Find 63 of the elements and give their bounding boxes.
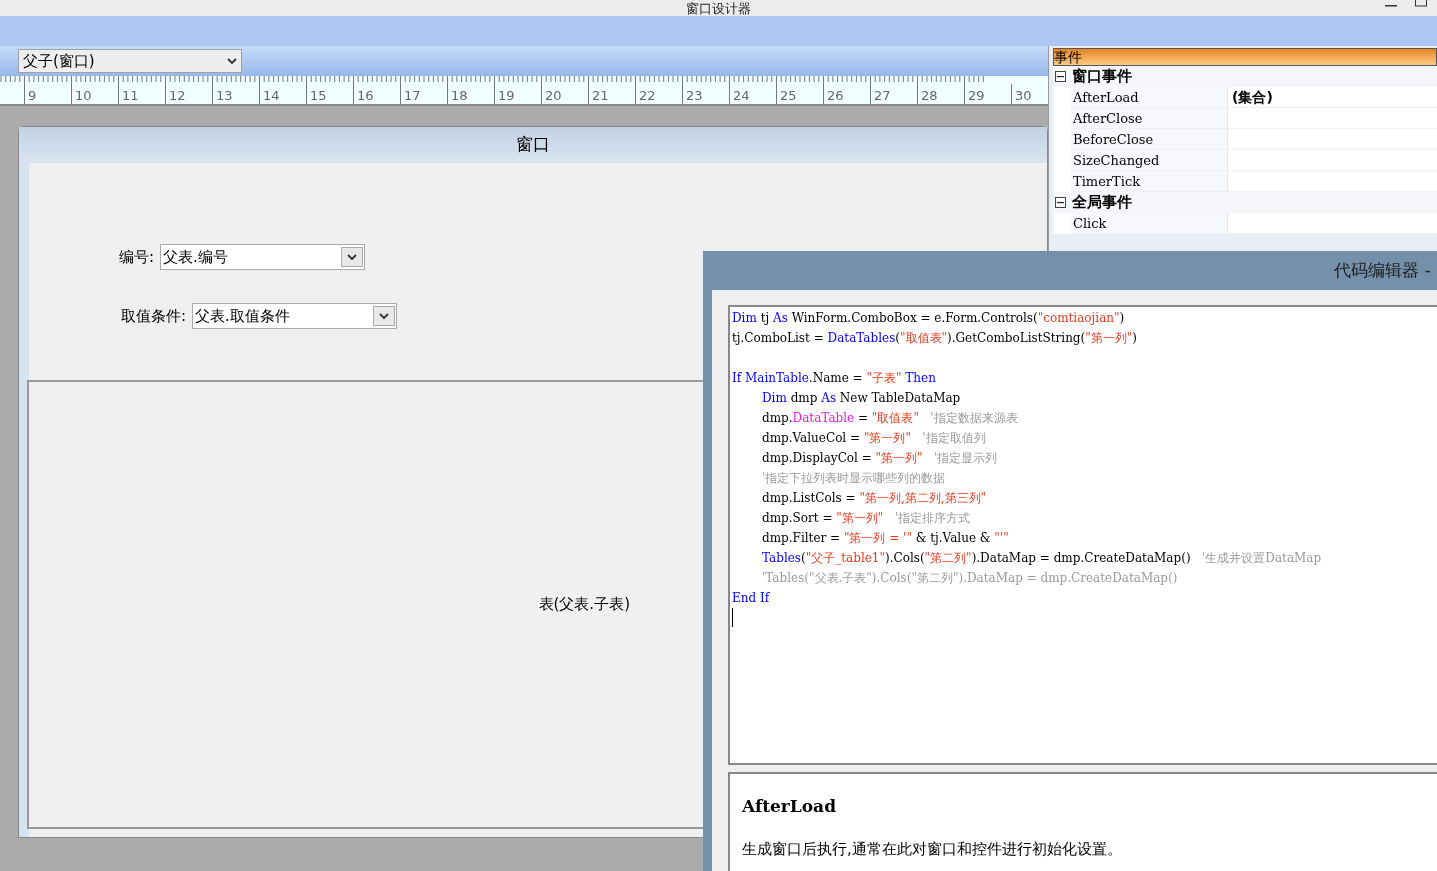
ruler-number: 30 [1015, 89, 1032, 103]
code-line: Dim dmp As New TableDataMap [762, 390, 961, 407]
help-description: 生成窗口后执行,通常在此对窗口和控件进行初始化设置。 [742, 838, 1123, 860]
code-line: If MainTable.Name = "子表" Then [732, 370, 936, 387]
ruler-number: 14 [263, 89, 280, 103]
ruler-number: 26 [827, 89, 844, 103]
ruler-number: 20 [545, 89, 562, 103]
ruler-number: 28 [921, 89, 938, 103]
event-name[interactable]: SizeChanged [1071, 150, 1228, 170]
ruler-number: 29 [968, 89, 985, 103]
chevron-down-icon [227, 57, 237, 65]
ruler-number: 27 [874, 89, 891, 103]
field-label: 编号: [119, 246, 155, 268]
code-line: dmp.DisplayCol = "第一列" '指定显示列 [762, 450, 998, 467]
code-editor-title: 代码编辑器 - [1334, 258, 1431, 282]
form-select[interactable]: 父子(窗口) [18, 49, 242, 73]
maximize-icon[interactable] [1415, 0, 1427, 8]
ruler-number: 18 [451, 89, 468, 103]
combo-field[interactable]: 父表.取值条件 [192, 303, 398, 329]
code-line: dmp.Sort = "第一列" '指定排序方式 [762, 510, 971, 527]
event-name[interactable]: Click [1071, 213, 1228, 233]
event-name[interactable]: BeforeClose [1071, 129, 1228, 149]
event-name[interactable]: TimerTick [1071, 171, 1228, 191]
ruler-number: 23 [686, 89, 703, 103]
panel-header: 事件 [1053, 48, 1437, 66]
ruler-number: 15 [310, 89, 327, 103]
code-area[interactable] [728, 305, 1437, 765]
ruler-number: 16 [357, 89, 374, 103]
ruler-number: 11 [122, 89, 139, 103]
code-line: 'Tables("父表.子表").Cols("第二列").DataMap = dmp.CreateDataMap() [762, 570, 1178, 587]
code-line: dmp.Filter = "第一列 = '" & tj.Value & "'" [762, 530, 1009, 547]
event-name[interactable]: AfterClose [1071, 108, 1228, 128]
ruler-number: 12 [169, 89, 186, 103]
ruler-number: 17 [404, 89, 421, 103]
ruler-number: 25 [780, 89, 797, 103]
table-caption: 表(父表.子表) [538, 594, 630, 616]
chevron-down-icon [347, 253, 358, 261]
chevron-down-icon [379, 312, 390, 320]
form-title: 窗口 [516, 133, 550, 157]
field-label: 取值条件: [121, 305, 187, 327]
group-header: 全局事件 [1072, 192, 1132, 214]
code-line: End If [732, 590, 770, 607]
group-header: 窗口事件 [1072, 66, 1132, 88]
collapse-icon[interactable] [1055, 197, 1066, 208]
code-line: dmp.ValueCol = "第一列" '指定取值列 [762, 430, 986, 447]
window-title: 窗口设计器 [686, 1, 751, 16]
event-name[interactable]: AfterLoad [1071, 87, 1228, 107]
ruler-number: 9 [28, 89, 37, 103]
ruler-number: 13 [216, 89, 233, 103]
code-line: tj.ComboList = DataTables("取值表").GetComboListString("第一列") [732, 330, 1137, 347]
code-line: '指定下拉列表时显示哪些列的数据 [762, 470, 946, 487]
ruler-number: 24 [733, 89, 750, 103]
code-line: dmp.ListCols = "第一列,第二列,第三列" [762, 490, 987, 507]
ruler-number: 22 [639, 89, 656, 103]
collapse-icon[interactable] [1055, 71, 1066, 82]
code-line: dmp.DataTable = "取值表" '指定数据来源表 [762, 410, 1018, 427]
ruler-number: 21 [592, 89, 609, 103]
code-line: Dim tj As WinForm.ComboBox = e.Form.Controls("comtiaojian") [732, 310, 1125, 327]
ruler-number: 19 [498, 89, 515, 103]
code-line: Tables("父子_table1").Cols("第二列").DataMap = dmp.CreateDataMap() '生成并设置DataMap [762, 550, 1322, 567]
help-title: AfterLoad [742, 795, 838, 818]
ruler-number: 10 [75, 89, 92, 103]
combo-field[interactable]: 父表.编号 [160, 244, 366, 270]
